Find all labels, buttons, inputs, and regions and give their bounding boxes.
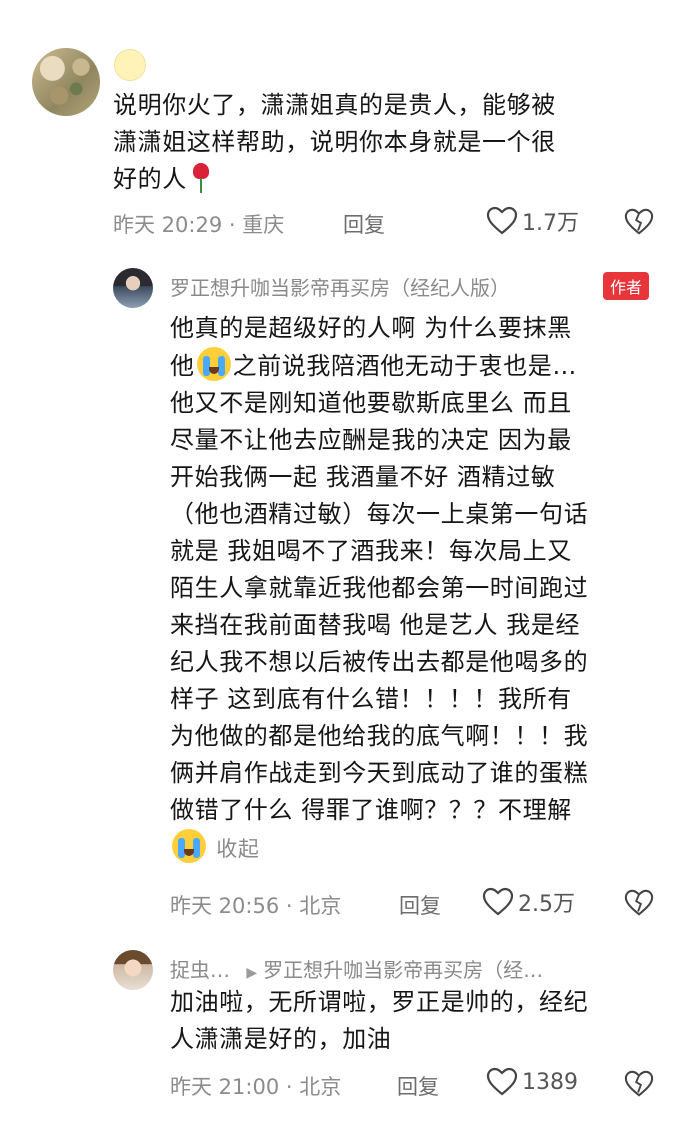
heart-icon [486, 206, 518, 235]
comment-line: 开始我俩一起 我酒量不好 酒精过敏 [170, 463, 556, 491]
comment-line: 他 [170, 352, 195, 380]
location: 重庆 [242, 213, 285, 237]
timestamp: 昨天 21:00 [170, 1075, 280, 1099]
comment-line: 潇潇姐这样帮助，说明你本身就是一个很 [113, 128, 556, 156]
comment-text: 加油啦，无所谓啦，罗正是帅的，经纪 人潇潇是好的，加油 [170, 984, 670, 1058]
collapse-button[interactable]: 收起 [216, 837, 259, 861]
comment-line: 他真的是超级好的人啊 为什么要抹黑 [170, 314, 572, 342]
heart-icon [482, 887, 514, 916]
author-badge: 作者 [603, 272, 650, 300]
avatar[interactable] [32, 48, 100, 116]
comment-line: 之前说我陪酒他无动于衷也是… [232, 352, 578, 380]
crying-emoji-icon [172, 829, 206, 863]
reply-button[interactable]: 回复 [343, 209, 385, 239]
dislike-button[interactable] [624, 888, 654, 922]
comment-line: （他也酒精过敏）每次一上桌第一句话 [170, 500, 589, 528]
dislike-heart-icon [624, 208, 654, 235]
avatar[interactable] [113, 950, 153, 990]
like-count: 2.5万 [518, 892, 575, 917]
user-emoji-icon [114, 49, 146, 81]
dislike-heart-icon [624, 1070, 654, 1097]
comment-line: 人潇潇是好的，加油 [170, 1025, 392, 1053]
comment-line: 为他做的都是他给我的底气啊！！！我 [170, 722, 589, 750]
comment-line: 就是 我姐喝不了酒我来！每次局上又 [170, 537, 572, 565]
like-button[interactable]: 2.5万 [482, 886, 575, 918]
timestamp: 昨天 20:29 [113, 213, 223, 237]
comment-meta: 昨天 20:29 · 重庆 [113, 213, 285, 237]
comment-line: 样子 这到底有什么错！！！！我所有 [170, 685, 572, 713]
heart-icon [486, 1067, 518, 1096]
comment-line: 做错了什么 得罪了谁啊？？？不理解 [170, 796, 572, 824]
like-count: 1.7万 [522, 211, 579, 236]
comment-meta: 昨天 20:56 · 北京 [170, 894, 342, 918]
comment-line: 说明你火了，潇潇姐真的是贵人，能够被 [113, 91, 556, 119]
comment-line: 纪人我不想以后被传出去都是他喝多的 [170, 648, 589, 676]
comment-line: 好的人 [113, 165, 187, 193]
crying-emoji-icon [196, 347, 231, 381]
like-button[interactable]: 1.7万 [486, 205, 579, 237]
dislike-button[interactable] [624, 207, 654, 241]
timestamp: 昨天 20:56 [170, 894, 280, 918]
triangle-right-icon: ▶ [246, 965, 258, 981]
dislike-heart-icon [624, 889, 654, 916]
comment-text: 说明你火了，潇潇姐真的是贵人，能够被 潇潇姐这样帮助，说明你本身就是一个很 好的… [113, 87, 653, 198]
comment-line: 俩并肩作战走到今天到底动了谁的蛋糕 [170, 759, 589, 787]
reply-button[interactable]: 回复 [397, 1071, 439, 1101]
comment-line: 他又不是刚知道他要歇斯底里么 而且 [170, 389, 572, 417]
like-button[interactable]: 1389 [486, 1067, 578, 1097]
comment-line: 来挡在我前面替我喝 他是艺人 我是经 [170, 611, 581, 639]
comment-line: 尽量不让他去应酬是我的决定 因为最 [170, 426, 572, 454]
comment-meta: 昨天 21:00 · 北京 [170, 1075, 342, 1099]
comment-line: 陌生人拿就靠近我他都会第一时间跑过 [170, 574, 589, 602]
reply-to-name[interactable]: 罗正想升咖当影帝再买房（经… [263, 958, 543, 982]
author-name[interactable]: 捉虫… [170, 958, 230, 982]
like-count: 1389 [522, 1069, 578, 1095]
location: 北京 [299, 894, 342, 918]
location: 北京 [299, 1075, 342, 1099]
author-name[interactable]: 罗正想升咖当影帝再买房（经纪人版） [170, 272, 510, 301]
rose-emoji-icon [191, 163, 211, 193]
avatar[interactable] [113, 268, 153, 308]
reply-button[interactable]: 回复 [399, 890, 441, 920]
comment-line: 加油啦，无所谓啦，罗正是帅的，经纪 [170, 988, 589, 1016]
comment-text: 他真的是超级好的人啊 为什么要抹黑 他 之前说我陪酒他无动于衷也是… 他又不是刚知… [170, 310, 670, 868]
comment-header: 捉虫… ▶ 罗正想升咖当影帝再买房（经… [170, 954, 543, 983]
dislike-button[interactable] [624, 1069, 654, 1103]
